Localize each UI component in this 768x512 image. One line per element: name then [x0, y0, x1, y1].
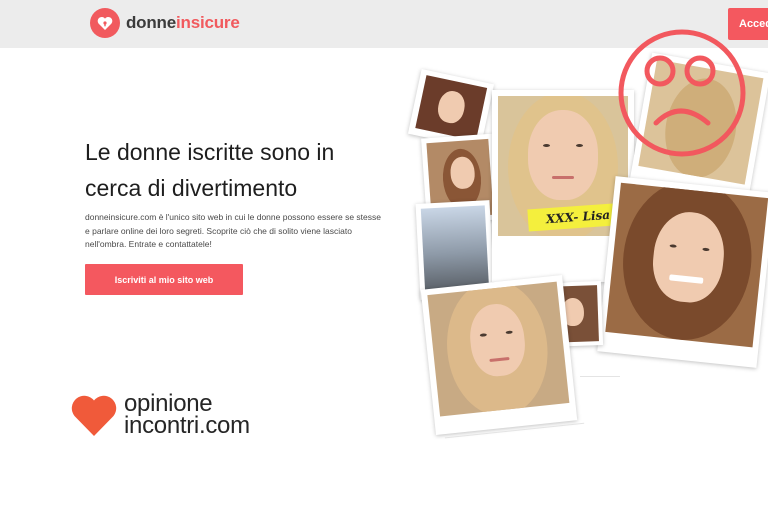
woman-photo — [415, 75, 488, 141]
opinione-incontri-watermark: opinione incontri.com — [70, 392, 250, 438]
logo-word-donne: donne — [126, 13, 176, 32]
photo-card — [420, 274, 578, 436]
woman-photo — [427, 281, 570, 417]
woman-photo — [605, 182, 768, 348]
hero-description: donneinsicure.com è l'unico sito web in … — [85, 212, 381, 249]
street-photo — [420, 205, 490, 293]
site-logo[interactable]: donneinsicure — [90, 8, 240, 38]
watermark-incontri: incontri — [124, 412, 199, 439]
signup-button[interactable]: Iscriviti al mio sito web — [85, 264, 243, 295]
logo-text: donneinsicure — [126, 13, 240, 33]
heart-lock-icon — [90, 8, 120, 38]
photo-card — [597, 176, 768, 368]
watermark-text: opinione incontri.com — [124, 392, 250, 439]
sad-face-icon — [618, 29, 746, 157]
headline-line-1: Le donne iscritte sono in — [85, 139, 335, 165]
hero-headline: Le donne iscritte sono in cerca di diver… — [85, 134, 405, 206]
heart-icon — [71, 395, 117, 436]
watermark-line-2: incontri.com — [124, 412, 250, 439]
headline-line-2: cerca di divertimento — [85, 175, 298, 201]
watermark-dotcom: .com — [198, 412, 250, 439]
logo-word-insicure: insicure — [176, 13, 240, 32]
photo-frame-outline — [580, 376, 620, 377]
